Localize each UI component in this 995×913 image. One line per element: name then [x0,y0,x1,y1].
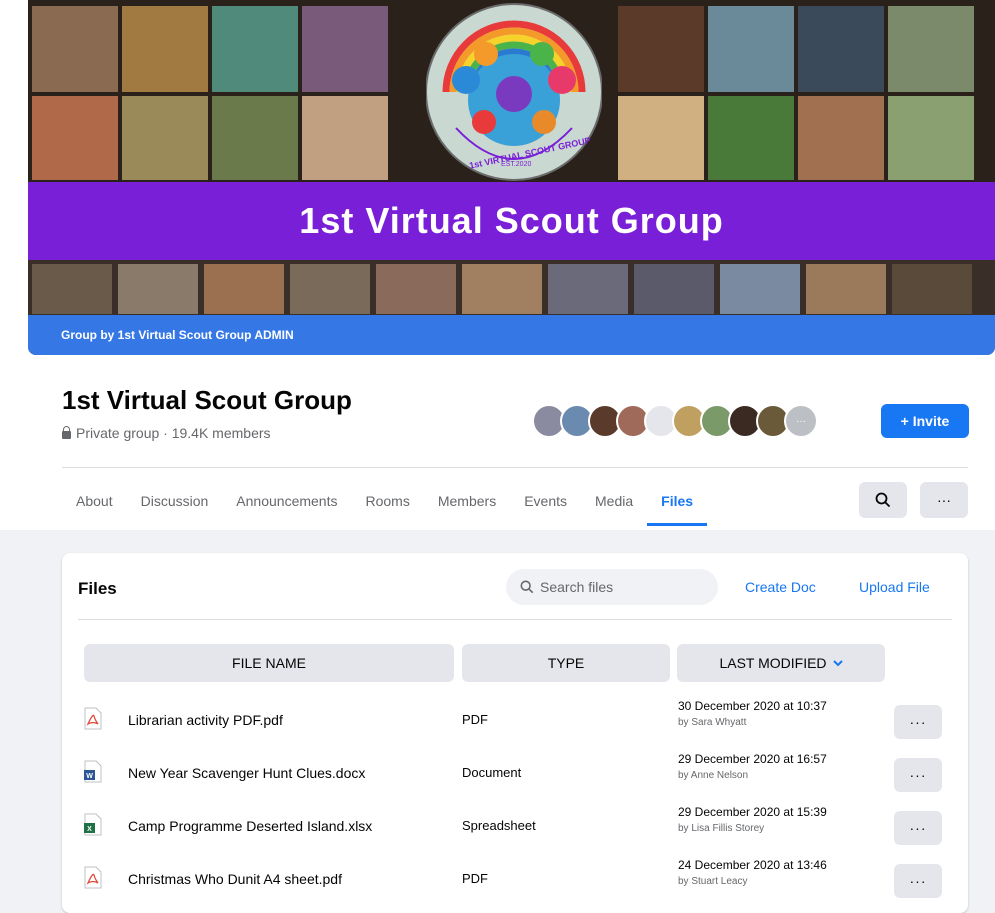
group-meta: Private group · 19.4K members [62,425,271,441]
more-icon: ··· [937,492,951,508]
file-row[interactable]: W New Year Scavenger Hunt Clues.docx Doc… [84,752,954,802]
tab-discussion[interactable]: Discussion [127,480,223,526]
search-icon [520,580,534,594]
column-header-label: TYPE [547,655,585,671]
file-row[interactable]: X Camp Programme Deserted Island.xlsx Sp… [84,805,954,855]
group-more-button[interactable]: ··· [920,482,968,518]
cover-banner: 1st Virtual Scout Group [28,182,995,260]
file-type: Spreadsheet [462,818,536,833]
modified-by[interactable]: by Lisa Fillis Storey [678,823,764,834]
tab-members[interactable]: Members [424,480,510,526]
file-options-button[interactable]: ··· [894,758,942,792]
create-doc-button[interactable]: Create Doc [745,579,816,595]
search-files-input[interactable]: Search files [506,569,718,605]
group-owner-text[interactable]: Group by 1st Virtual Scout Group ADMIN [61,328,294,342]
column-header-label: FILE NAME [232,655,306,671]
modified-by[interactable]: by Stuart Leacy [678,876,747,887]
excel-icon: X [84,813,102,836]
member-avatars[interactable]: ··· [532,404,818,440]
svg-text:W: W [86,773,93,780]
modified-date: 30 December 2020 at 10:37 [678,699,827,713]
tab-about[interactable]: About [62,480,127,526]
group-owner-bar: Group by 1st Virtual Scout Group ADMIN [28,315,995,355]
modified-date: 29 December 2020 at 15:39 [678,805,827,819]
chevron-down-icon [832,660,843,667]
search-files-placeholder: Search files [540,579,614,595]
cover-banner-text: 1st Virtual Scout Group [299,200,724,241]
invite-button[interactable]: + Invite [881,404,969,438]
upload-file-button[interactable]: Upload File [859,579,930,595]
file-type: PDF [462,712,488,727]
file-name[interactable]: Librarian activity PDF.pdf [128,712,283,728]
more-members-avatar[interactable]: ··· [784,404,818,438]
group-search-button[interactable] [859,482,907,518]
file-type: Document [462,765,522,780]
column-header-label: LAST MODIFIED [719,655,827,671]
tab-rooms[interactable]: Rooms [351,480,423,526]
svg-text:X: X [87,826,92,833]
files-divider [78,619,952,620]
file-name[interactable]: Christmas Who Dunit A4 sheet.pdf [128,871,342,887]
tab-announcements[interactable]: Announcements [222,480,351,526]
group-tabs: About Discussion Announcements Rooms Mem… [62,480,708,530]
logo-est-text: EST.2020 [501,161,532,168]
search-icon [875,492,891,508]
file-name[interactable]: Camp Programme Deserted Island.xlsx [128,818,372,834]
file-row[interactable]: Librarian activity PDF.pdf PDF 30 Decemb… [84,699,954,749]
column-header-type[interactable]: TYPE [462,644,670,682]
modified-by[interactable]: by Sara Whyatt [678,717,746,728]
file-name[interactable]: New Year Scavenger Hunt Clues.docx [128,765,365,781]
modified-date: 29 December 2020 at 16:57 [678,752,827,766]
cover-photo[interactable]: 1st VIRTUAL SCOUT GROUP EST.2020 1st Vir… [28,0,995,355]
files-panel: Files Search files Create Doc Upload Fil… [62,553,968,913]
pdf-icon [84,707,102,730]
pdf-icon [84,866,102,889]
file-options-button[interactable]: ··· [894,864,942,898]
tab-events[interactable]: Events [510,480,581,526]
tab-media[interactable]: Media [581,480,647,526]
group-privacy-members[interactable]: Private group · 19.4K members [76,425,271,441]
lock-icon [62,425,71,439]
file-row[interactable]: Christmas Who Dunit A4 sheet.pdf PDF 24 … [84,858,954,908]
group-name[interactable]: 1st Virtual Scout Group [62,385,352,416]
modified-date: 24 December 2020 at 13:46 [678,858,827,872]
file-options-button[interactable]: ··· [894,705,942,739]
files-title: Files [78,579,117,598]
column-header-file-name[interactable]: FILE NAME [84,644,454,682]
word-doc-icon: W [84,760,102,783]
file-options-button[interactable]: ··· [894,811,942,845]
column-header-last-modified[interactable]: LAST MODIFIED [677,644,885,682]
modified-by[interactable]: by Anne Nelson [678,770,748,781]
header-divider [62,467,968,468]
file-type: PDF [462,871,488,886]
tab-files[interactable]: Files [647,480,708,526]
